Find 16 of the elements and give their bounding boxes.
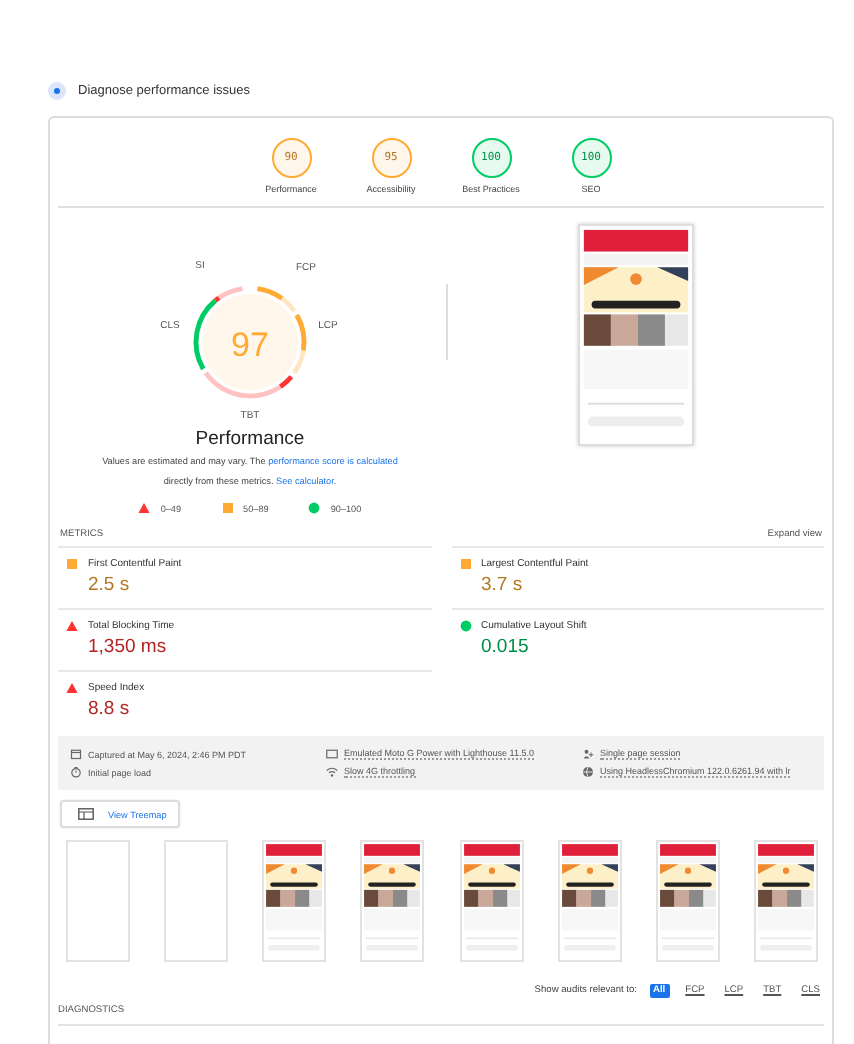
metric-value: 2.5 s [88, 574, 132, 596]
calendar-icon [70, 748, 82, 760]
metric-value: 0.015 [481, 636, 531, 658]
globe-icon [582, 766, 594, 778]
metric-value: 8.8 s [88, 698, 132, 720]
screen-icon [326, 748, 338, 760]
metric-value: 1,350 ms [88, 636, 169, 658]
stopwatch-icon [70, 766, 82, 778]
score-value: 97 [231, 326, 269, 364]
metric-value: 3.7 s [481, 574, 525, 596]
wifi-icon [326, 766, 338, 778]
gauge-ring-drawing [193, 286, 307, 399]
person-icon [582, 748, 594, 760]
treemap-icon [78, 808, 94, 820]
radio-button[interactable] [48, 81, 66, 99]
gauge-title: Performance [195, 428, 305, 450]
